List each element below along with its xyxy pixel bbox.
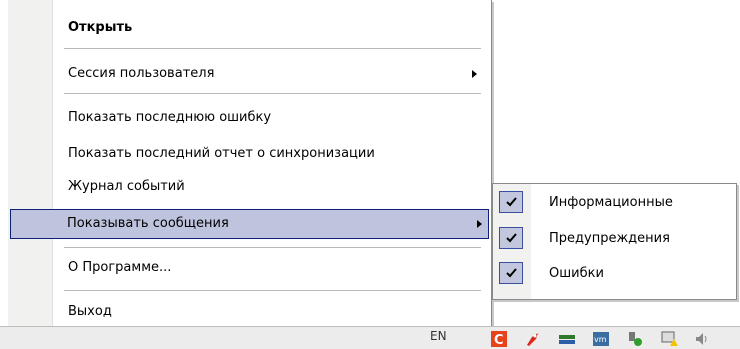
menu-item-about[interactable]: О Программе... (64, 254, 483, 282)
submenu-arrow-icon (477, 220, 482, 228)
svg-text:vm: vm (594, 335, 607, 344)
menu-gutter (8, 0, 53, 330)
checkmark-icon (499, 227, 523, 249)
checkmark-icon (499, 262, 523, 284)
menu-item-label: Сессия пользователя (68, 66, 215, 81)
menu-item-event-log[interactable]: Журнал событий (64, 173, 483, 201)
network-card-icon[interactable] (558, 331, 576, 347)
language-indicator[interactable]: EN (430, 329, 447, 343)
submenu-item-label: Предупреждения (549, 231, 670, 246)
menu-item-user-session[interactable]: Сессия пользователя (64, 60, 483, 88)
volume-icon[interactable] (694, 331, 712, 347)
svg-text:C: C (494, 333, 504, 347)
menu-item-show-last-sync-report[interactable]: Показать последний отчет о синхронизации (64, 140, 483, 168)
menu-item-open[interactable]: Открыть (64, 14, 483, 42)
menu-item-label: Открыть (68, 20, 133, 35)
menu-separator (64, 290, 481, 291)
menu-separator (64, 93, 481, 94)
menu-separator (64, 48, 481, 49)
submenu-item-errors[interactable]: Ошибки (497, 259, 732, 289)
menu-item-label: Показать последний отчет о синхронизации (68, 146, 375, 161)
submenu-item-label: Ошибки (549, 266, 604, 281)
usb-safe-remove-icon[interactable] (626, 331, 644, 347)
menu-separator (64, 247, 481, 248)
vmware-icon[interactable]: vm (592, 331, 610, 347)
system-tray: C vm (490, 331, 712, 347)
show-messages-submenu: Информационные Предупреждения Ошибки (492, 183, 737, 300)
menu-item-label: Показать последнюю ошибку (68, 110, 272, 125)
menu-item-label: Журнал событий (68, 179, 185, 194)
menu-item-label: Показывать сообщения (67, 216, 229, 231)
menu-item-show-messages[interactable]: Показывать сообщения (10, 209, 489, 239)
menu-item-label: Выход (68, 304, 112, 319)
submenu-item-info[interactable]: Информационные (497, 188, 732, 218)
submenu-item-warnings[interactable]: Предупреждения (497, 224, 732, 254)
menu-item-label: О Программе... (68, 260, 172, 275)
menu-item-exit[interactable]: Выход (64, 298, 483, 326)
submenu-item-label: Информационные (549, 195, 673, 210)
taskbar: EN C vm (0, 326, 740, 349)
app-c-icon[interactable]: C (490, 331, 508, 347)
submenu-arrow-icon (472, 70, 477, 78)
checkmark-icon (499, 191, 523, 213)
tray-context-menu: Открыть Сессия пользователя Показать пос… (8, 0, 492, 331)
network-warning-icon[interactable] (660, 331, 678, 347)
rocket-icon[interactable] (524, 331, 542, 347)
menu-item-show-last-error[interactable]: Показать последнюю ошибку (64, 104, 483, 132)
